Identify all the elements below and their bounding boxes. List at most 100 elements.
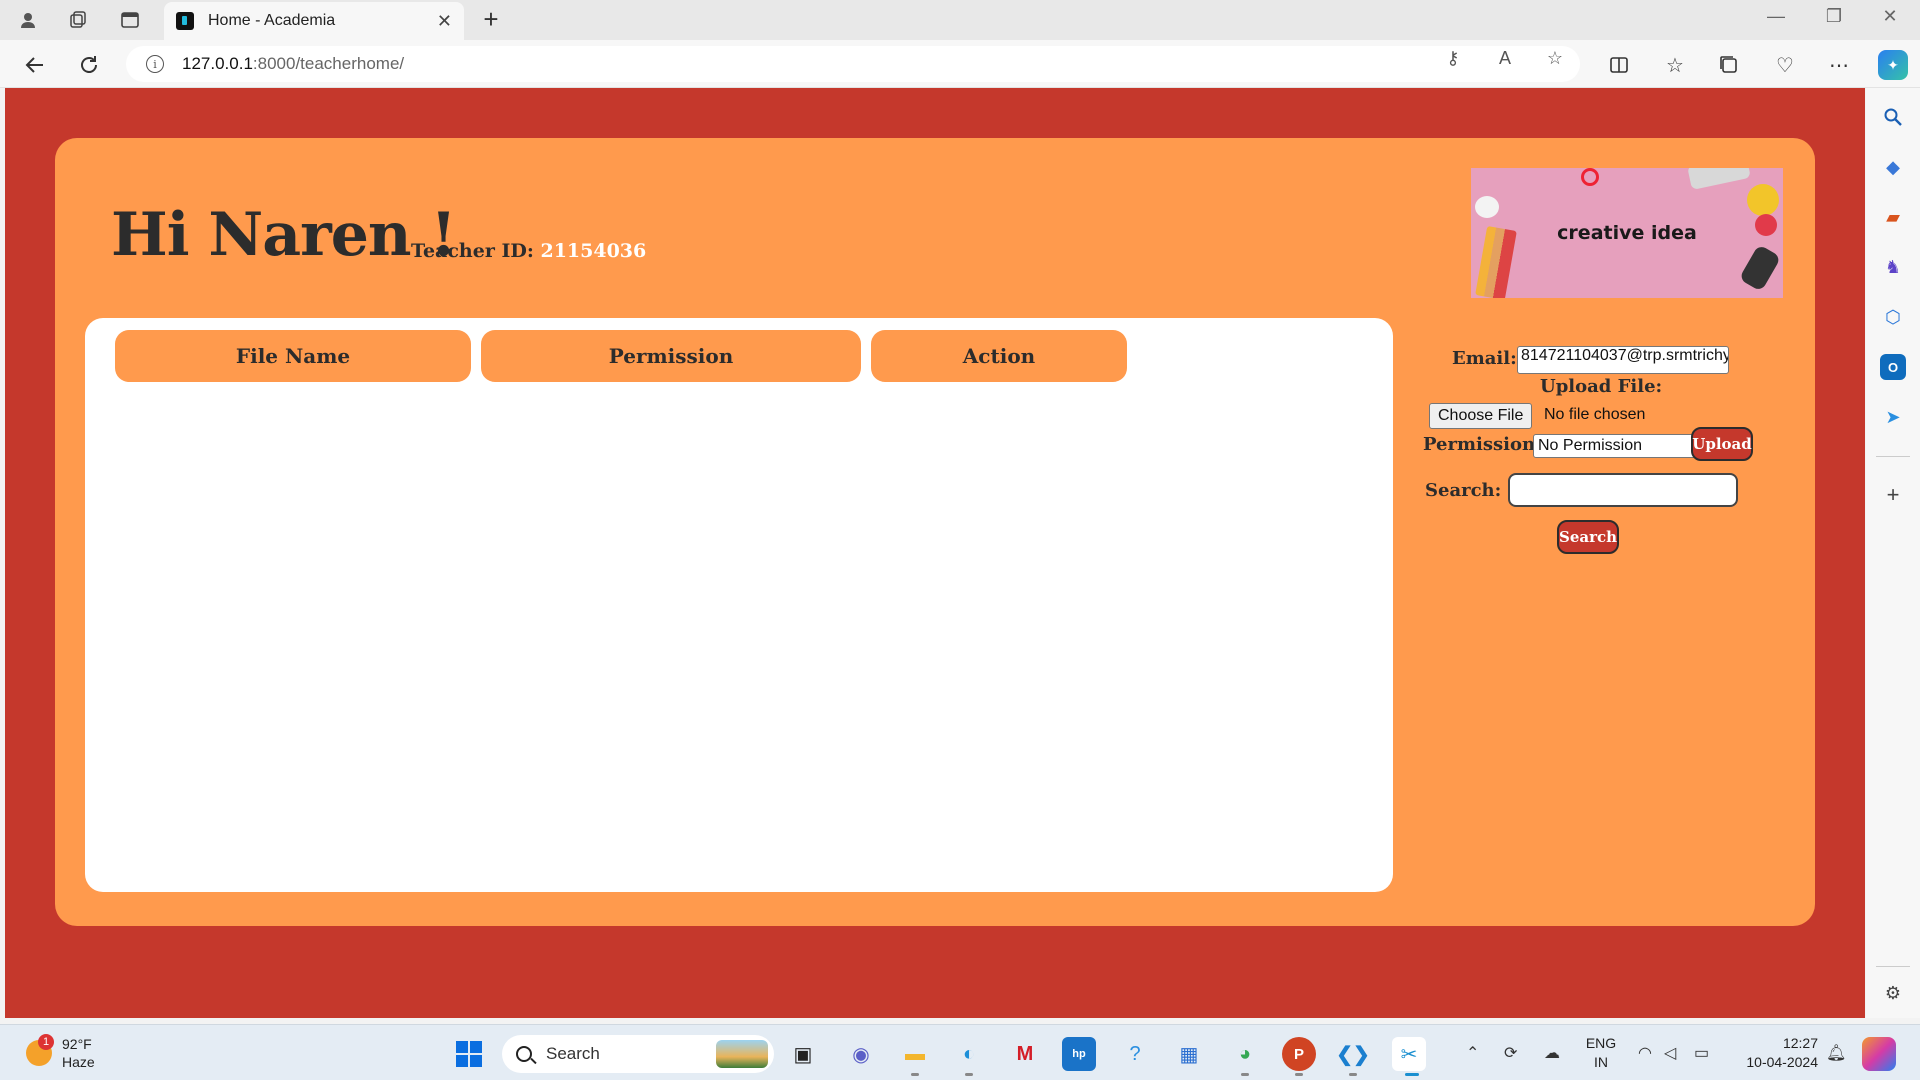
weather-widget[interactable]: 1 92°F Haze — [26, 1034, 95, 1071]
greeting-heading: Hi Naren ! — [111, 200, 457, 270]
teacher-home-card: Hi Naren ! Teacher ID: 21154036 creative… — [55, 138, 1815, 926]
refresh-icon[interactable] — [74, 50, 104, 80]
email-field[interactable]: 814721104037@trp.srmtrichy — [1517, 346, 1729, 374]
search-label: Search: — [1425, 480, 1502, 501]
browser-essentials-icon[interactable]: ♡ — [1770, 50, 1800, 80]
more-menu-icon[interactable]: ⋯ — [1824, 50, 1854, 80]
banner-text: creative idea — [1557, 222, 1697, 244]
file-explorer-icon[interactable]: ▬ — [898, 1037, 932, 1071]
add-sidebar-app-icon[interactable]: + — [1880, 482, 1906, 508]
url-path: :8000/teacherhome/ — [252, 54, 405, 73]
outlook-icon[interactable]: O — [1880, 354, 1906, 380]
restore-icon[interactable]: ❐ — [1814, 6, 1854, 27]
search-input[interactable] — [1508, 473, 1738, 507]
battery-icon[interactable]: ▭ — [1694, 1043, 1709, 1063]
system-clock[interactable]: 12:27 10-04-2024 — [1738, 1034, 1818, 1072]
close-window-icon[interactable]: ✕ — [1870, 6, 1910, 27]
running-indicator — [1295, 1073, 1303, 1076]
column-header-file-name: File Name — [115, 330, 471, 382]
microsoft-store-icon[interactable]: ▦ — [1172, 1037, 1206, 1071]
profile-icon[interactable] — [14, 6, 42, 34]
onedrive-icon[interactable]: ☁ — [1544, 1043, 1560, 1063]
choose-file-button[interactable]: Choose File — [1429, 403, 1533, 429]
tab-close-icon[interactable]: ✕ — [437, 11, 452, 32]
drop-send-icon[interactable]: ➤ — [1880, 404, 1906, 430]
browser-titlebar: Home - Academia ✕ + — ❐ ✕ — [0, 0, 1920, 40]
collections-icon[interactable] — [1714, 50, 1744, 80]
running-indicator — [911, 1073, 919, 1076]
myhp-icon[interactable]: hp — [1062, 1037, 1096, 1071]
search-button[interactable]: Search — [1557, 520, 1619, 554]
windows-start-icon[interactable] — [452, 1037, 486, 1071]
column-header-permission: Permission — [481, 330, 861, 382]
password-key-icon[interactable]: ⚷ — [1438, 48, 1468, 69]
permission-label: Permission: — [1423, 434, 1542, 455]
powerpoint-icon[interactable]: P — [1282, 1037, 1316, 1071]
tools-briefcase-icon[interactable]: ▰ — [1880, 204, 1906, 230]
file-status: No file chosen — [1544, 406, 1646, 423]
running-indicator — [1405, 1073, 1419, 1076]
running-indicator — [1349, 1073, 1357, 1076]
microsoft-365-icon[interactable]: ⬡ — [1880, 304, 1906, 330]
back-arrow-icon[interactable] — [20, 50, 50, 80]
weather-sun-icon: 1 — [26, 1034, 54, 1066]
page-background: Hi Naren ! Teacher ID: 21154036 creative… — [5, 88, 1865, 1018]
browser-tab[interactable]: Home - Academia ✕ — [164, 2, 464, 40]
teacher-id: Teacher ID: 21154036 — [411, 240, 646, 262]
volume-icon[interactable]: ◁ — [1664, 1043, 1676, 1063]
help-icon[interactable]: ? — [1118, 1037, 1152, 1071]
taskbar-search-label: Search — [546, 1044, 600, 1063]
academia-favicon-icon — [176, 12, 194, 30]
mcafee-icon[interactable]: M — [1008, 1037, 1042, 1071]
teacher-id-label: Teacher ID: — [411, 240, 534, 262]
windows-taskbar: 1 92°F Haze Search ▣ ◉ ▬ ◐ M hp ? ▦ ◕ P … — [0, 1024, 1920, 1080]
email-label: Email: — [1452, 348, 1517, 369]
column-header-action: Action — [871, 330, 1127, 382]
show-hidden-icons-icon[interactable]: ⌃ — [1466, 1043, 1479, 1063]
snipping-tool-icon[interactable]: ✂ — [1392, 1037, 1426, 1071]
running-indicator — [965, 1073, 973, 1076]
task-view-icon[interactable]: ▣ — [786, 1037, 820, 1071]
decor-yellow-circle — [1747, 184, 1779, 216]
search-icon — [516, 1046, 532, 1062]
weather-badge: 1 — [38, 1034, 54, 1050]
taskbar-search[interactable]: Search — [502, 1035, 774, 1073]
decor-gray-tool — [1687, 168, 1751, 190]
copilot-icon[interactable]: ✦ — [1878, 50, 1908, 80]
teams-chat-icon[interactable]: ◉ — [844, 1037, 878, 1071]
site-info-icon[interactable]: i — [146, 55, 164, 73]
wifi-icon[interactable]: ◠ — [1638, 1043, 1652, 1063]
region-code: IN — [1594, 1054, 1608, 1070]
upload-file-label: Upload File: — [1540, 376, 1663, 397]
minimize-icon[interactable]: — — [1756, 6, 1796, 27]
search-highlight-icon — [716, 1040, 768, 1068]
read-aloud-icon[interactable]: A — [1490, 48, 1520, 69]
copilot-taskbar-icon[interactable] — [1862, 1037, 1896, 1071]
favorites-icon[interactable]: ☆ — [1660, 50, 1690, 80]
url-host: 127.0.0.1 — [182, 54, 253, 73]
language-indicator[interactable]: ENG IN — [1584, 1034, 1618, 1072]
edge-sidebar: ◆ ▰ ♞ ⬡ O ➤ + ⚙ — [1866, 88, 1920, 1018]
notifications-bell-icon[interactable]: 🔔︎ — [1826, 1043, 1846, 1063]
workspaces-icon[interactable] — [64, 6, 92, 34]
split-screen-icon[interactable] — [1604, 50, 1634, 80]
sidebar-search-icon[interactable] — [1880, 104, 1906, 130]
running-indicator — [1241, 1073, 1249, 1076]
creative-idea-banner: creative idea — [1471, 168, 1783, 298]
upload-button[interactable]: Upload — [1691, 427, 1753, 461]
weather-temp: 92°F — [62, 1036, 92, 1052]
chrome-icon[interactable]: ◕ — [1228, 1037, 1262, 1071]
address-bar[interactable]: i 127.0.0.1:8000/teacherhome/ — [126, 46, 1580, 82]
decor-white-shape — [1475, 196, 1499, 218]
shopping-tag-icon[interactable]: ◆ — [1880, 154, 1906, 180]
sync-icon[interactable]: ⟳ — [1504, 1043, 1517, 1063]
sidebar-divider — [1876, 456, 1910, 457]
vertical-tabs-icon[interactable] — [116, 6, 144, 34]
sidebar-settings-icon[interactable]: ⚙ — [1880, 980, 1906, 1006]
teacher-id-value: 21154036 — [540, 240, 647, 262]
edge-browser-icon[interactable]: ◐ — [952, 1037, 986, 1071]
new-tab-icon[interactable]: + — [476, 4, 506, 35]
games-icon[interactable]: ♞ — [1880, 254, 1906, 280]
favorite-star-icon[interactable]: ☆ — [1540, 48, 1570, 69]
vscode-icon[interactable]: ❮❯ — [1336, 1037, 1370, 1071]
